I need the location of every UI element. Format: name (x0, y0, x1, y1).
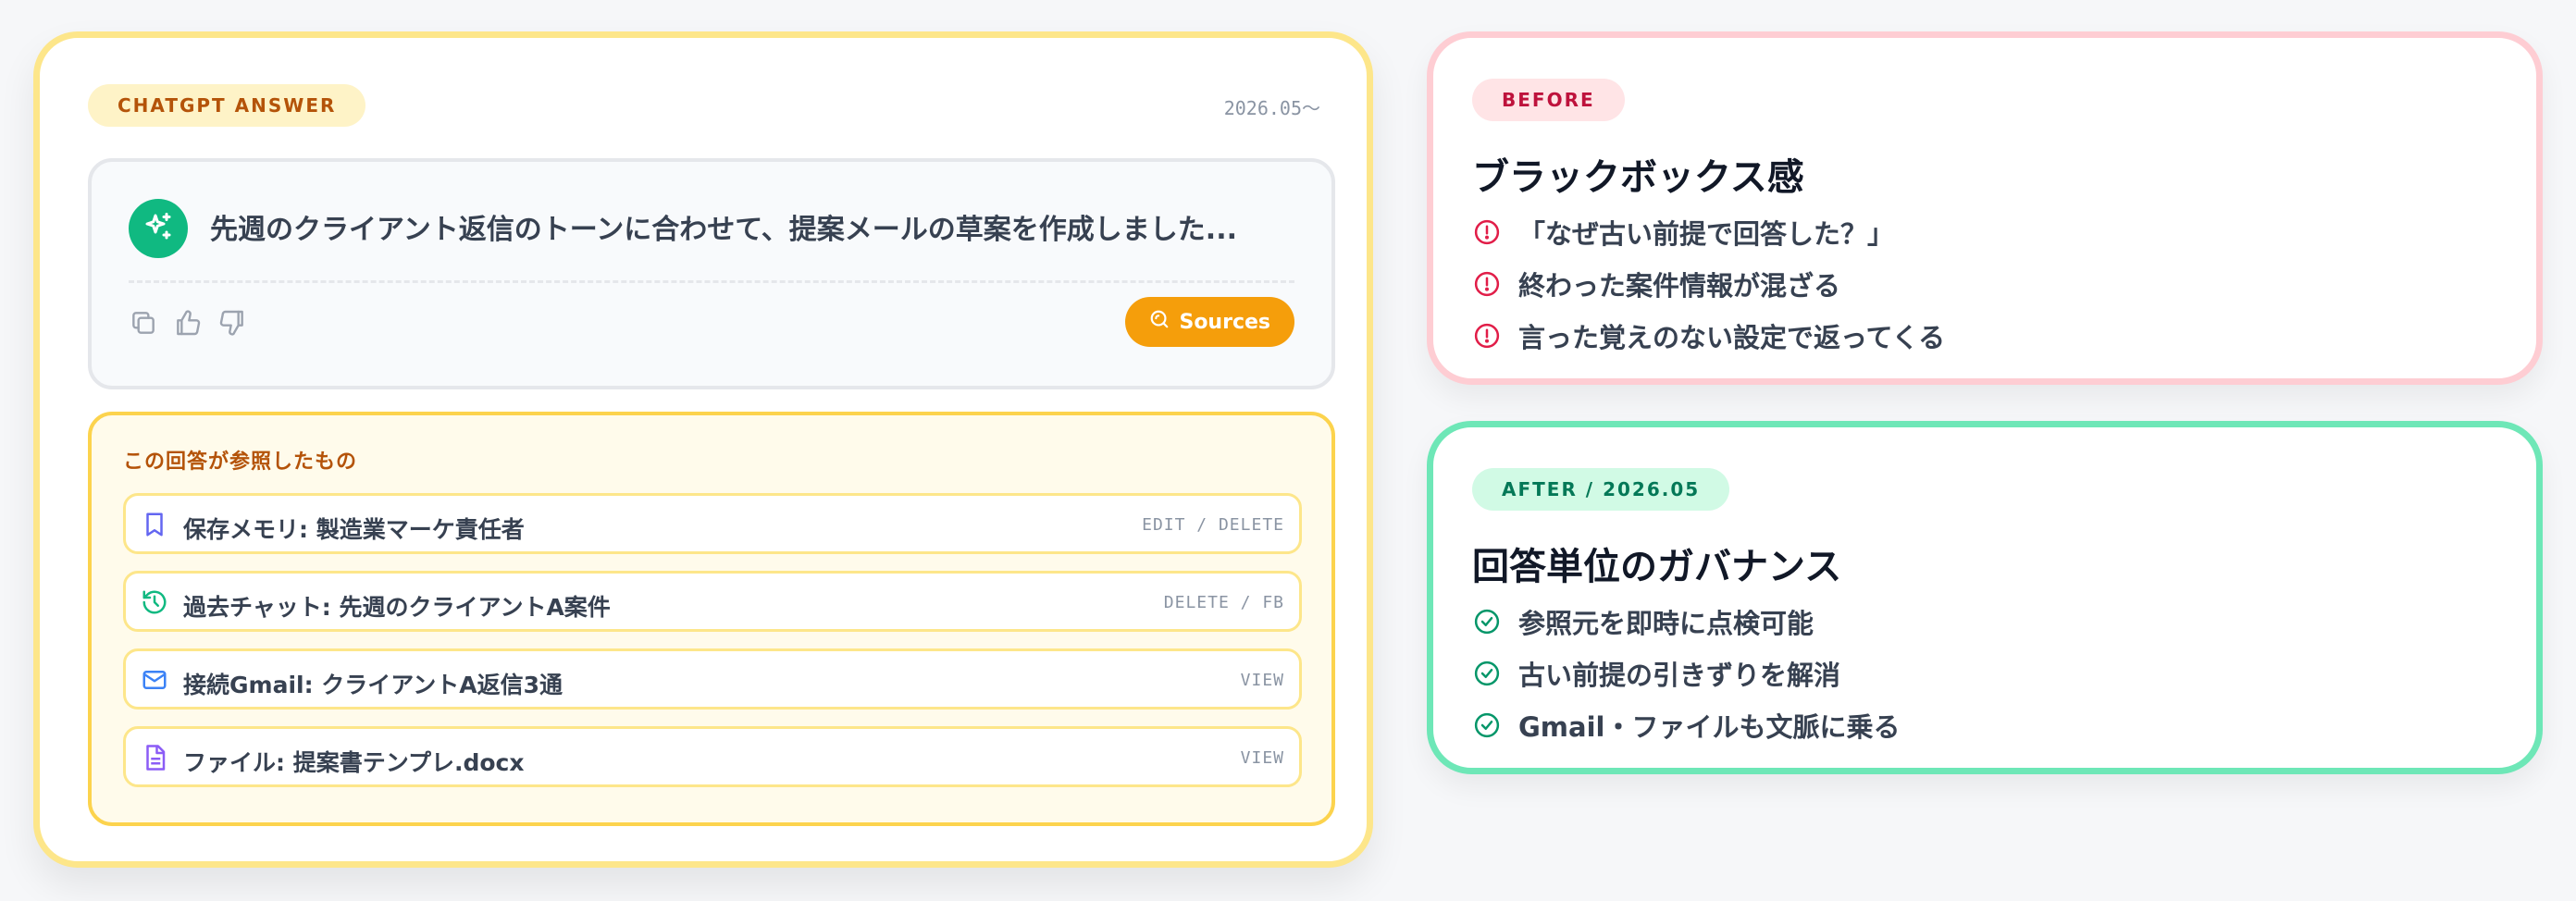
message-actions (129, 308, 247, 338)
check-circle-icon (1472, 710, 1502, 740)
reference-row-gmail[interactable]: 接続Gmail: クライアントA返信3通 VIEW (123, 648, 1302, 710)
message-divider (129, 280, 1294, 283)
check-circle-icon (1472, 607, 1502, 636)
after-card: AFTER / 2026.05 回答単位のガバナンス 参照元を即時に点検可能 古… (1427, 421, 2543, 774)
sparkle-icon (142, 210, 175, 247)
referenced-sources-title: この回答が参照したもの (123, 450, 358, 474)
reference-actions[interactable]: VIEW (1241, 671, 1284, 690)
reference-label: ファイル: 提案書テンプレ.docx (183, 749, 525, 776)
reference-actions[interactable]: EDIT / DELETE (1142, 515, 1284, 535)
list-item: 言った覚えのない設定で返ってくる (1472, 310, 1945, 362)
reference-label: 接続Gmail: クライアントA返信3通 (183, 672, 564, 698)
chatgpt-answer-badge: CHATGPT ANSWER (88, 84, 366, 127)
list-item: 古い前提の引きずりを解消 (1472, 648, 1900, 699)
bookmark-icon (139, 509, 170, 540)
sources-button-label: Sources (1179, 310, 1270, 334)
alert-circle-icon (1472, 269, 1502, 299)
reference-actions[interactable]: DELETE / FB (1164, 593, 1284, 612)
chatgpt-answer-card: CHATGPT ANSWER 2026.05〜 先週のクライアント返信のトーンに… (33, 31, 1373, 868)
before-list: 「なぜ古い前提で回答した？」 終わった案件情報が混ざる 言った覚えのない設定で返… (1472, 206, 1945, 362)
mail-icon (139, 664, 170, 696)
list-item: 終わった案件情報が混ざる (1472, 258, 1945, 310)
before-item-text: 終わった案件情報が混ざる (1518, 270, 1841, 302)
list-item: Gmail・ファイルも文脈に乗る (1472, 699, 1900, 751)
sources-button[interactable]: Sources (1125, 297, 1294, 347)
history-icon (139, 586, 170, 618)
after-list: 参照元を即時に点検可能 古い前提の引きずりを解消 Gmail・ファイルも文脈に乗… (1472, 596, 1900, 751)
before-item-text: 「なぜ古い前提で回答した？」 (1518, 218, 1895, 250)
assistant-message: 先週のクライアント返信のトーンに合わせて、提案メールの草案を作成しました... (88, 158, 1335, 389)
copy-icon[interactable] (129, 308, 158, 338)
thumbs-down-icon[interactable] (217, 308, 247, 338)
after-item-text: 古い前提の引きずりを解消 (1518, 660, 1841, 691)
list-item: 「なぜ古い前提で回答した？」 (1472, 206, 1945, 258)
referenced-sources-panel: この回答が参照したもの 保存メモリ: 製造業マーケ責任者 EDIT / DELE… (88, 412, 1335, 826)
assistant-message-text: 先週のクライアント返信のトーンに合わせて、提案メールの草案を作成しました... (210, 214, 1237, 246)
before-item-text: 言った覚えのない設定で返ってくる (1518, 322, 1946, 353)
thumbs-up-icon[interactable] (173, 308, 203, 338)
before-card: BEFORE ブラックボックス感 「なぜ古い前提で回答した？」 終わった案件情報… (1427, 31, 2543, 385)
after-item-text: Gmail・ファイルも文脈に乗る (1518, 711, 1901, 743)
file-icon (139, 742, 170, 773)
alert-circle-icon (1472, 321, 1502, 351)
list-item: 参照元を即時に点検可能 (1472, 596, 1900, 648)
before-title: ブラックボックス感 (1472, 156, 1804, 199)
reference-row-memory[interactable]: 保存メモリ: 製造業マーケ責任者 EDIT / DELETE (123, 493, 1302, 554)
after-item-text: 参照元を即時に点検可能 (1518, 608, 1814, 639)
alert-circle-icon (1472, 217, 1502, 247)
reference-label: 保存メモリ: 製造業マーケ責任者 (183, 516, 525, 543)
before-badge: BEFORE (1472, 79, 1625, 121)
reference-row-past-chat[interactable]: 過去チャット: 先週のクライアントA案件 DELETE / FB (123, 571, 1302, 632)
search-icon (1149, 309, 1170, 335)
reference-actions[interactable]: VIEW (1241, 748, 1284, 768)
check-circle-icon (1472, 659, 1502, 688)
reference-label: 過去チャット: 先週のクライアントA案件 (183, 594, 611, 621)
after-title: 回答単位のガバナンス (1472, 546, 1842, 588)
reference-row-file[interactable]: ファイル: 提案書テンプレ.docx VIEW (123, 726, 1302, 787)
assistant-avatar (129, 199, 188, 258)
after-badge: AFTER / 2026.05 (1472, 468, 1730, 511)
answer-date: 2026.05〜 (1223, 97, 1320, 119)
